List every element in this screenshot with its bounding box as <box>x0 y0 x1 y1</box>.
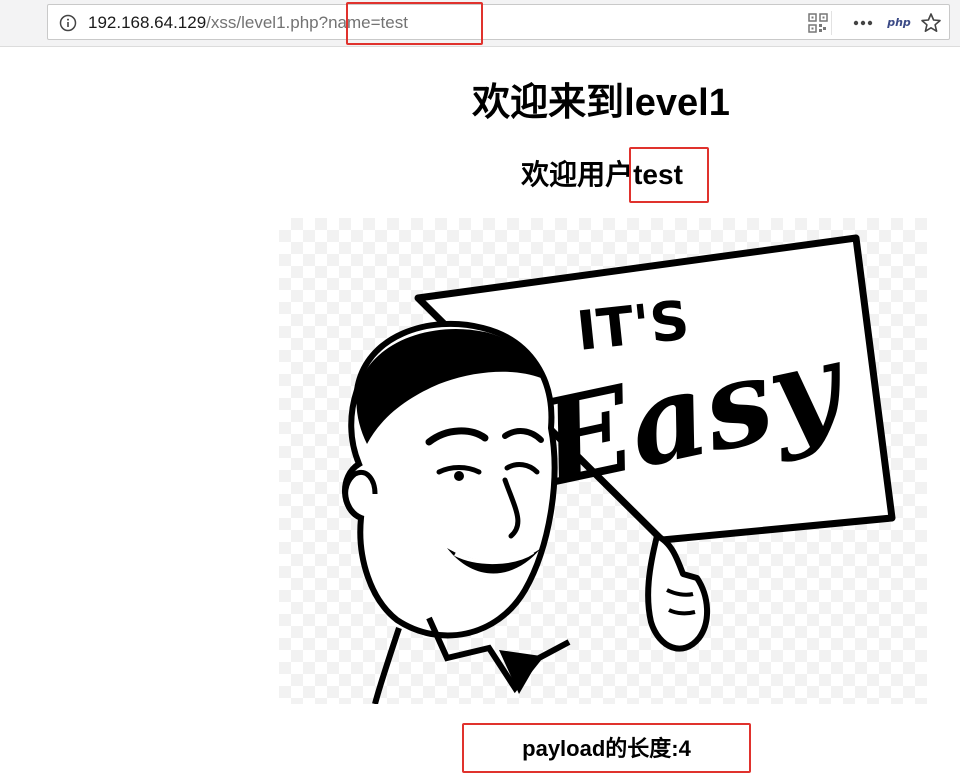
php-icon[interactable]: php <box>886 12 912 34</box>
info-icon[interactable] <box>59 14 77 32</box>
its-easy-illustration: IT'S Easy <box>342 234 896 704</box>
url-host: 192.168.64.129 <box>88 13 207 32</box>
highlight-url-query <box>346 2 483 45</box>
star-icon[interactable] <box>920 12 942 34</box>
page-title: 欢迎来到level1 <box>472 82 730 124</box>
more-dots-icon[interactable] <box>850 13 876 33</box>
its-easy-image: IT'S Easy <box>279 218 927 704</box>
url-path: /xss/level1.php? <box>206 13 329 32</box>
welcome-prefix: 欢迎用户 <box>521 159 634 190</box>
highlight-payload-length <box>462 723 751 773</box>
address-bar[interactable]: 192.168.64.129/xss/level1.php?name=test <box>47 4 950 40</box>
welcome-message: 欢迎用户test <box>0 154 960 196</box>
qr-code-icon[interactable] <box>808 13 828 33</box>
highlight-username <box>629 147 709 203</box>
address-bar-divider <box>831 11 832 35</box>
